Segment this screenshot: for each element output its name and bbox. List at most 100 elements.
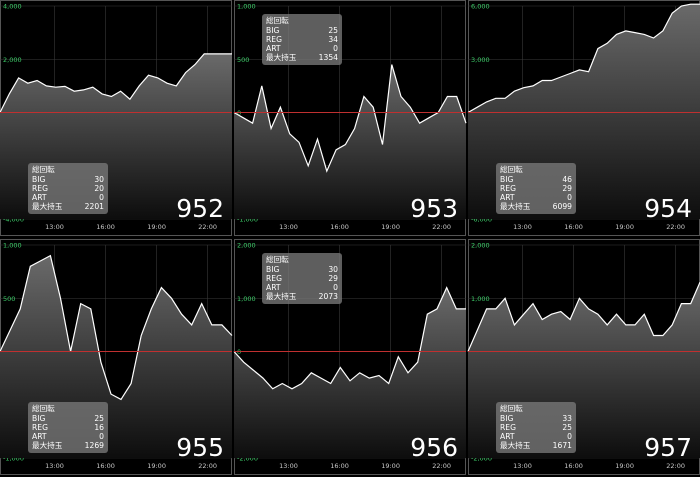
y-tick-label: 1,000 (471, 295, 490, 303)
stat-art: ART 0 (32, 432, 104, 441)
y-tick-label: 1,000 (3, 242, 22, 250)
stat-big: BIG 25 (266, 26, 338, 35)
y-tick-label: 6,000 (471, 3, 490, 11)
stat-label: ART (500, 193, 515, 202)
stat-value: 1671 (552, 441, 572, 450)
machine-number: 954 (644, 194, 692, 223)
stat-reg: REG 20 (32, 184, 104, 193)
stat-value: 30 (94, 175, 104, 184)
stat-label: 最大持玉 (500, 202, 531, 211)
stat-label: 最大持玉 (266, 292, 297, 301)
stat-value: 34 (328, 35, 338, 44)
stat-max: 最大持玉 1354 (266, 53, 338, 62)
stat-reg: REG 29 (500, 184, 572, 193)
stat-art: ART 0 (500, 193, 572, 202)
stat-value: 33 (562, 414, 572, 423)
x-tick-label: 19:00 (615, 462, 634, 470)
stat-label: REG (32, 423, 48, 432)
stat-value: 25 (328, 26, 338, 35)
x-tick-label: 19:00 (381, 462, 400, 470)
stats-box: 総回転 BIG 30 REG 29 ART 0 最大持玉 2073 (262, 253, 342, 304)
stat-label: BIG (266, 265, 280, 274)
stat-label: ART (500, 432, 515, 441)
chart-panel: 13:0016:0019:0022:004,0002,0000-2,000-4,… (0, 0, 232, 236)
stat-label: BIG (266, 26, 280, 35)
x-tick-label: 16:00 (96, 462, 115, 470)
y-tick-label: 2,000 (237, 242, 256, 250)
stat-max: 最大持玉 6099 (500, 202, 572, 211)
x-tick-label: 22:00 (666, 462, 685, 470)
stat-max: 最大持玉 2201 (32, 202, 104, 211)
stat-value: 25 (562, 423, 572, 432)
machine-number: 956 (410, 433, 458, 462)
stat-art: ART 0 (266, 283, 338, 292)
y-tick-label: 500 (3, 295, 15, 303)
y-tick-label: 1,000 (237, 3, 256, 11)
stat-value: 0 (567, 432, 572, 441)
chart-panel: 13:0016:0019:0022:006,0003,0000-3,000-6,… (467, 0, 700, 236)
machine-number: 953 (410, 194, 458, 223)
x-tick-label: 19:00 (147, 223, 166, 231)
stat-value: 30 (328, 265, 338, 274)
stat-reg: REG 34 (266, 35, 338, 44)
stat-big: BIG 30 (32, 175, 104, 184)
stat-art: ART 0 (500, 432, 572, 441)
x-tick-label: 19:00 (615, 223, 634, 231)
stat-reg: REG 29 (266, 274, 338, 283)
y-tick-label: 4,000 (3, 3, 22, 11)
stat-value: 25 (94, 414, 104, 423)
stat-label: BIG (32, 414, 46, 423)
stat-value: 0 (567, 193, 572, 202)
stat-value: 0 (99, 432, 104, 441)
chart-panel: 13:0016:0019:0022:002,0001,0000-1,000-2,… (233, 239, 466, 475)
x-tick-label: 22:00 (198, 223, 217, 231)
stat-label: REG (500, 423, 516, 432)
stat-value: 2201 (84, 202, 104, 211)
x-tick-label: 16:00 (564, 223, 583, 231)
x-tick-label: 13:00 (45, 462, 64, 470)
machine-number: 955 (176, 433, 224, 462)
stats-box: 総回転 BIG 25 REG 34 ART 0 最大持玉 1354 (262, 14, 342, 65)
stats-box: 総回転 BIG 33 REG 25 ART 0 最大持玉 1671 (496, 402, 576, 453)
stat-label: 最大持玉 (266, 53, 297, 62)
stat-label: ART (32, 193, 47, 202)
machine-number: 957 (644, 433, 692, 462)
y-tick-label: 1,000 (237, 295, 256, 303)
stats-title: 総回転 (32, 165, 55, 174)
stats-title: 総回転 (32, 404, 55, 413)
x-tick-label: 22:00 (432, 462, 451, 470)
stat-max: 最大持玉 1269 (32, 441, 104, 450)
stat-reg: REG 25 (500, 423, 572, 432)
stat-max: 最大持玉 2073 (266, 292, 338, 301)
chart-panel: 13:0016:0019:0022:002,0001,0000-1,000-2,… (467, 239, 700, 475)
x-tick-label: 19:00 (381, 223, 400, 231)
x-tick-label: 19:00 (147, 462, 166, 470)
stat-big: BIG 25 (32, 414, 104, 423)
machine-number: 952 (176, 194, 224, 223)
stat-label: ART (266, 44, 281, 53)
chart-panel: 13:0016:0019:0022:001,0005000-500-1,000 … (233, 0, 467, 236)
stat-value: 6099 (552, 202, 572, 211)
stat-max: 最大持玉 1671 (500, 441, 572, 450)
chart-panel: 13:0016:0019:0022:001,0005000-500-1,000 … (0, 239, 233, 475)
stat-label: REG (266, 274, 282, 283)
stat-label: 最大持玉 (500, 441, 531, 450)
x-tick-label: 13:00 (513, 223, 532, 231)
stat-label: REG (500, 184, 516, 193)
y-tick-label: 2,000 (471, 242, 490, 250)
stat-value: 46 (562, 175, 572, 184)
stat-value: 1269 (84, 441, 104, 450)
x-tick-label: 13:00 (513, 462, 532, 470)
x-tick-label: 16:00 (564, 462, 583, 470)
y-tick-label: 3,000 (471, 56, 490, 64)
stats-box: 総回転 BIG 25 REG 16 ART 0 最大持玉 1269 (28, 402, 108, 453)
stat-big: BIG 33 (500, 414, 572, 423)
stat-label: ART (266, 283, 281, 292)
stat-value: 29 (328, 274, 338, 283)
stat-label: BIG (32, 175, 46, 184)
stat-label: ART (32, 432, 47, 441)
stat-value: 29 (562, 184, 572, 193)
stats-title: 総回転 (266, 16, 289, 25)
stat-value: 0 (333, 283, 338, 292)
stat-art: ART 0 (266, 44, 338, 53)
